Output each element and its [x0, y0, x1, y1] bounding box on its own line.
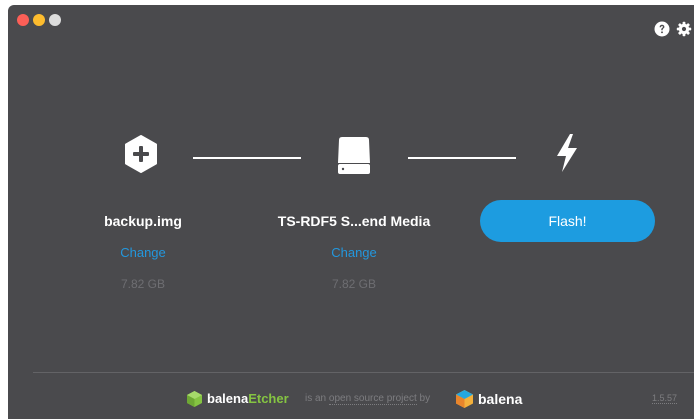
attribution-post: by [416, 393, 431, 404]
app-window: backup.img Change 7.82 GB TS-RDF5 S...en… [8, 5, 694, 419]
lightning-bolt-icon [557, 134, 577, 172]
connector-line-1 [193, 157, 301, 159]
footer-divider [33, 372, 694, 373]
brand-prefix: balena [207, 391, 249, 406]
open-source-link[interactable]: open source project [328, 393, 417, 405]
balena-company-link[interactable]: balena [478, 391, 522, 407]
version-label[interactable]: 1.5.57 [652, 393, 678, 404]
minimize-window-button[interactable] [33, 14, 45, 26]
change-image-link[interactable]: Change [80, 245, 206, 260]
image-name: backup.img [104, 213, 182, 229]
footer-attribution: is an open source project by [305, 393, 431, 405]
brand-suffix: Etcher [248, 391, 289, 406]
connector-line-2 [408, 157, 516, 159]
attribution-pre: is an [305, 393, 329, 404]
flash-button[interactable]: Flash! [480, 200, 655, 242]
balena-etcher-brand[interactable]: balenaEtcher [207, 391, 289, 406]
close-window-button[interactable] [17, 14, 29, 26]
help-icon[interactable] [654, 21, 670, 37]
drive-size: 7.82 GB [331, 277, 377, 291]
zoom-window-button[interactable] [49, 14, 61, 26]
drive-icon[interactable] [336, 135, 372, 175]
balena-etcher-logo-icon[interactable] [186, 390, 203, 408]
settings-gear-icon[interactable] [676, 21, 692, 37]
image-size: 7.82 GB [120, 277, 166, 291]
change-drive-link[interactable]: Change [254, 245, 454, 260]
plus-hexagon-icon[interactable] [124, 135, 158, 173]
balena-logo-icon[interactable] [455, 389, 474, 409]
drive-name: TS-RDF5 S...end Media [277, 213, 431, 229]
